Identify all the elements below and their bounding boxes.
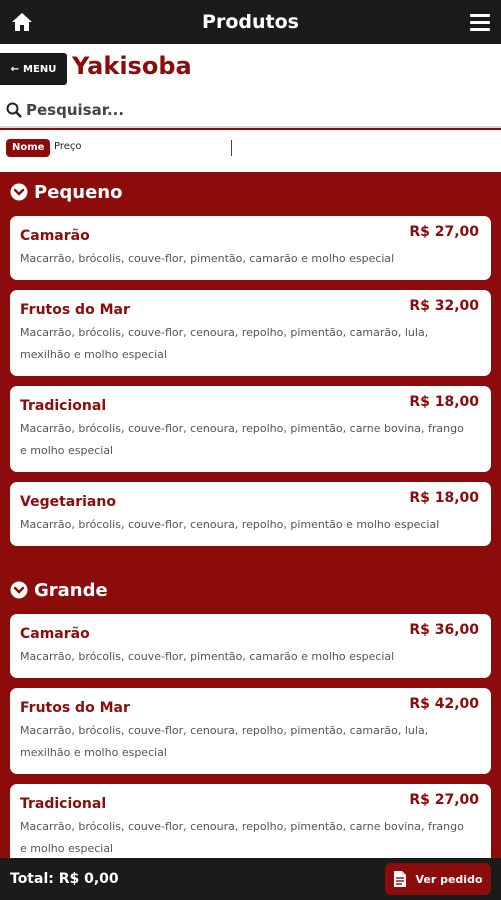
- arrow-left-icon: ←: [10, 63, 20, 75]
- document-icon: [394, 871, 407, 887]
- category-title: Yakisoba: [72, 52, 192, 80]
- product-card[interactable]: Camarão R$ 27,00 Macarrão, brócolis, cou…: [10, 216, 491, 280]
- section-pequeno: Pequeno Camarão R$ 27,00 Macarrão, bróco…: [0, 172, 501, 546]
- order-total: Total: R$ 0,00: [10, 871, 119, 887]
- search-input[interactable]: [26, 101, 466, 119]
- sort-by-price-chip[interactable]: Preço: [54, 141, 82, 152]
- section-header[interactable]: Grande: [0, 570, 501, 610]
- product-description: Macarrão, brócolis, couve-flor, cenoura,…: [20, 724, 429, 759]
- product-description: Macarrão, brócolis, couve-flor, cenoura,…: [20, 326, 429, 361]
- product-description: Macarrão, brócolis, couve-flor, cenoura,…: [20, 422, 464, 457]
- product-price: R$ 42,00: [409, 696, 479, 712]
- view-order-label: Ver pedido: [415, 872, 483, 886]
- filter-divider: [231, 140, 232, 156]
- product-description: Macarrão, brócolis, couve-flor, pimentão…: [20, 650, 395, 663]
- back-to-menu-button[interactable]: ← MENU: [0, 53, 67, 85]
- chevron-down-circle-icon: [10, 581, 28, 599]
- page-header-title: Produtos: [202, 11, 299, 33]
- product-price: R$ 18,00: [409, 490, 479, 506]
- search-bar: [0, 94, 501, 128]
- product-card[interactable]: Vegetariano R$ 18,00 Macarrão, brócolis,…: [10, 482, 491, 546]
- footer-bar: Total: R$ 0,00 Ver pedido: [0, 858, 501, 900]
- product-price: R$ 27,00: [409, 792, 479, 808]
- search-icon: [6, 102, 22, 118]
- product-list[interactable]: Pequeno Camarão R$ 27,00 Macarrão, bróco…: [0, 172, 501, 858]
- product-description: Macarrão, brócolis, couve-flor, pimentão…: [20, 252, 395, 265]
- chevron-down-circle-icon: [10, 183, 28, 201]
- home-icon[interactable]: [10, 10, 34, 34]
- product-price: R$ 18,00: [409, 394, 479, 410]
- product-card[interactable]: Tradicional R$ 18,00 Macarrão, brócolis,…: [10, 386, 491, 472]
- section-grande: Grande Camarão R$ 36,00 Macarrão, brócol…: [0, 570, 501, 858]
- product-price: R$ 36,00: [409, 622, 479, 638]
- top-bar: Produtos: [0, 0, 501, 44]
- product-card[interactable]: Camarão R$ 36,00 Macarrão, brócolis, cou…: [10, 614, 491, 678]
- section-title: Grande: [34, 579, 108, 601]
- view-order-button[interactable]: Ver pedido: [385, 863, 491, 895]
- section-title: Pequeno: [34, 181, 123, 203]
- product-card[interactable]: Frutos do Mar R$ 32,00 Macarrão, brócoli…: [10, 290, 491, 376]
- category-header: ← MENU Yakisoba: [0, 44, 501, 94]
- product-description: Macarrão, brócolis, couve-flor, cenoura,…: [20, 518, 440, 531]
- sort-filters: Nome Preço: [0, 130, 501, 172]
- product-card[interactable]: Frutos do Mar R$ 42,00 Macarrão, brócoli…: [10, 688, 491, 774]
- menu-button-label: MENU: [23, 63, 57, 75]
- product-card[interactable]: Tradicional R$ 27,00 Macarrão, brócolis,…: [10, 784, 491, 858]
- product-description: Macarrão, brócolis, couve-flor, cenoura,…: [20, 820, 464, 855]
- sort-by-name-chip[interactable]: Nome: [6, 139, 51, 157]
- product-price: R$ 32,00: [409, 298, 479, 314]
- section-header[interactable]: Pequeno: [0, 172, 501, 212]
- product-price: R$ 27,00: [409, 224, 479, 240]
- hamburger-menu-icon[interactable]: [469, 11, 491, 33]
